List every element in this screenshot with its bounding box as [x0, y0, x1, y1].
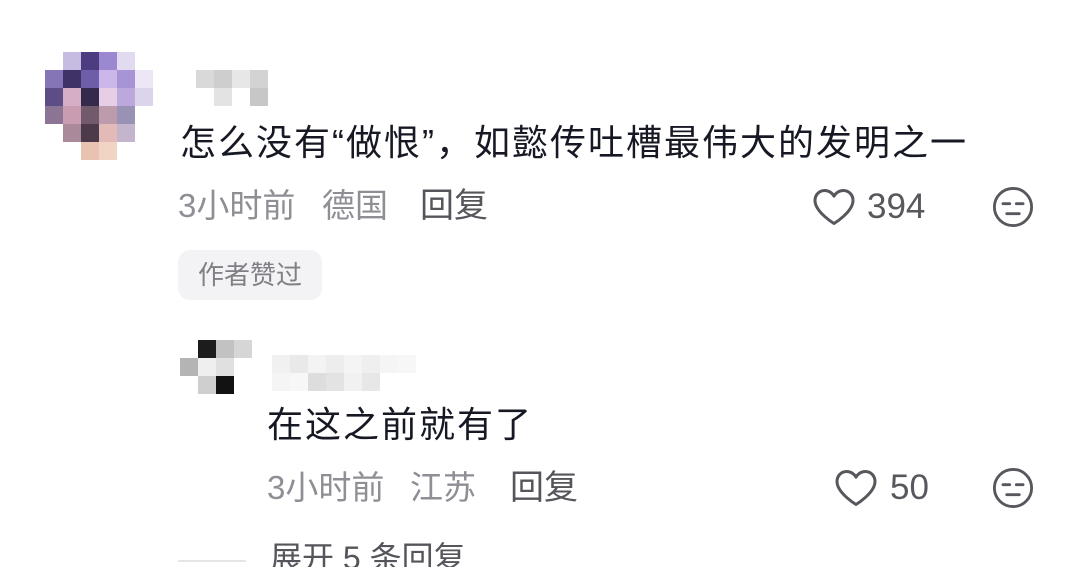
reply-button[interactable]: 回复: [420, 184, 488, 228]
badge-label: 作者赞过: [197, 260, 302, 290]
heart-outline-icon[interactable]: [812, 187, 856, 227]
author-liked-badge: 作者赞过: [178, 250, 322, 300]
divider: [178, 560, 246, 562]
dislike-button[interactable]: [992, 186, 1034, 228]
face-outline: [992, 467, 1034, 509]
comment-text: 怎么没有“做恨”，如懿传吐槽最伟大的发明之一: [180, 122, 968, 163]
heart-shape: [813, 189, 855, 225]
dislike-button[interactable]: [992, 467, 1034, 509]
expressionless-face-icon[interactable]: [992, 186, 1034, 228]
expand-replies-button[interactable]: 展开 5 条回复: [270, 540, 466, 567]
like-button[interactable]: 50: [834, 466, 934, 510]
comment-time: 3小时前: [178, 187, 296, 224]
comment-location: 德国: [322, 187, 388, 224]
like-count: 50: [890, 468, 929, 507]
face-outline: [992, 186, 1034, 228]
username-obscured[interactable]: [272, 355, 416, 391]
expressionless-face-icon[interactable]: [992, 467, 1034, 509]
reply-location: 江苏: [410, 469, 476, 506]
reply-time: 3小时前: [267, 469, 385, 506]
username-obscured[interactable]: [196, 70, 268, 106]
avatar[interactable]: [45, 52, 153, 160]
like-count: 394: [867, 187, 926, 226]
heart-shape: [835, 470, 877, 506]
reply-button[interactable]: 回复: [510, 466, 578, 510]
heart-outline-icon[interactable]: [834, 468, 878, 508]
avatar[interactable]: [180, 340, 252, 394]
reply-text: 在这之前就有了: [267, 404, 534, 445]
like-button[interactable]: 394: [812, 185, 934, 229]
